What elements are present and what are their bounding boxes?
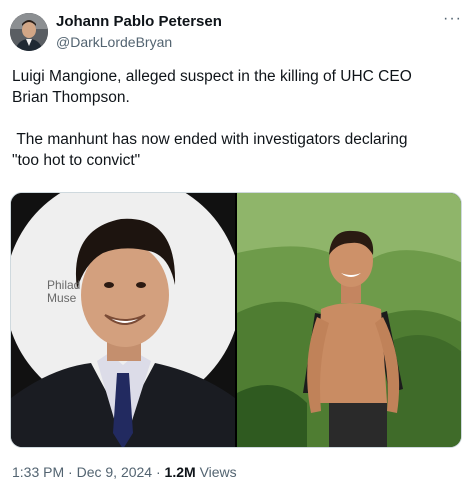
tweet-meta: 1:33 PM · Dec 9, 2024 · 1.2M Views <box>12 464 237 480</box>
meta-separator: · <box>68 464 73 480</box>
author-name[interactable]: Johann Pablo Petersen <box>56 13 222 30</box>
author-handle[interactable]: @DarkLordeBryan <box>56 34 172 50</box>
tweet-time[interactable]: 1:33 PM <box>12 464 64 480</box>
tweet-avatar[interactable] <box>10 13 48 51</box>
meta-separator: · <box>155 464 161 480</box>
portrait-illustration <box>11 193 235 447</box>
hiking-illustration <box>237 193 461 447</box>
media-photo-hike[interactable] <box>237 193 461 447</box>
more-options-icon[interactable]: ··· <box>443 10 462 28</box>
avatar-image <box>10 13 48 51</box>
tweet-text: Luigi Mangione, alleged suspect in the k… <box>12 68 412 169</box>
watermark-text: Philad Muse <box>47 278 81 305</box>
views-label: Views <box>199 464 237 480</box>
tweet-media[interactable]: Philad Muse <box>10 192 462 448</box>
media-photo-portrait[interactable]: Philad Muse <box>11 193 235 447</box>
views-count: 1.2M <box>164 464 196 480</box>
tweet-date[interactable]: Dec 9, 2024 <box>77 464 153 480</box>
